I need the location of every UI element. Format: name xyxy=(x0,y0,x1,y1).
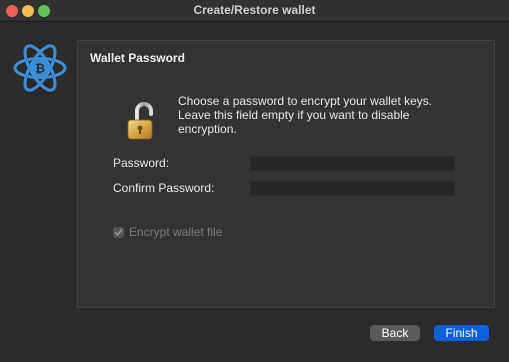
finish-button[interactable]: Finish xyxy=(434,325,489,341)
instruction-line: Choose a password to encrypt your wallet… xyxy=(178,94,433,108)
instructions-text: Choose a password to encrypt your wallet… xyxy=(178,94,478,136)
window-title: Create/Restore wallet xyxy=(193,3,316,17)
electrum-logo-icon: ₿ xyxy=(12,40,68,96)
svg-text:₿: ₿ xyxy=(35,62,45,76)
encrypt-wallet-checkbox[interactable] xyxy=(113,226,124,238)
create-restore-wallet-window: Create/Restore wallet ₿ Wallet Password xyxy=(0,0,509,362)
title-bar: Create/Restore wallet xyxy=(0,0,509,22)
confirm-password-field[interactable] xyxy=(250,181,455,196)
password-label: Password: xyxy=(113,156,170,170)
encrypt-wallet-option[interactable]: Encrypt wallet file xyxy=(113,224,222,240)
open-padlock-icon xyxy=(126,101,158,141)
encrypt-wallet-label: Encrypt wallet file xyxy=(129,225,223,239)
password-field[interactable] xyxy=(250,156,455,171)
checkmark-icon xyxy=(114,228,123,236)
wallet-password-panel: Wallet Password Choose a password to enc… xyxy=(77,40,495,308)
instruction-line: encryption. xyxy=(178,122,237,136)
instruction-line: Leave this field empty if you want to di… xyxy=(178,108,410,122)
confirm-password-label: Confirm Password: xyxy=(113,181,215,195)
panel-title: Wallet Password xyxy=(90,51,185,65)
back-button[interactable]: Back xyxy=(370,325,420,341)
